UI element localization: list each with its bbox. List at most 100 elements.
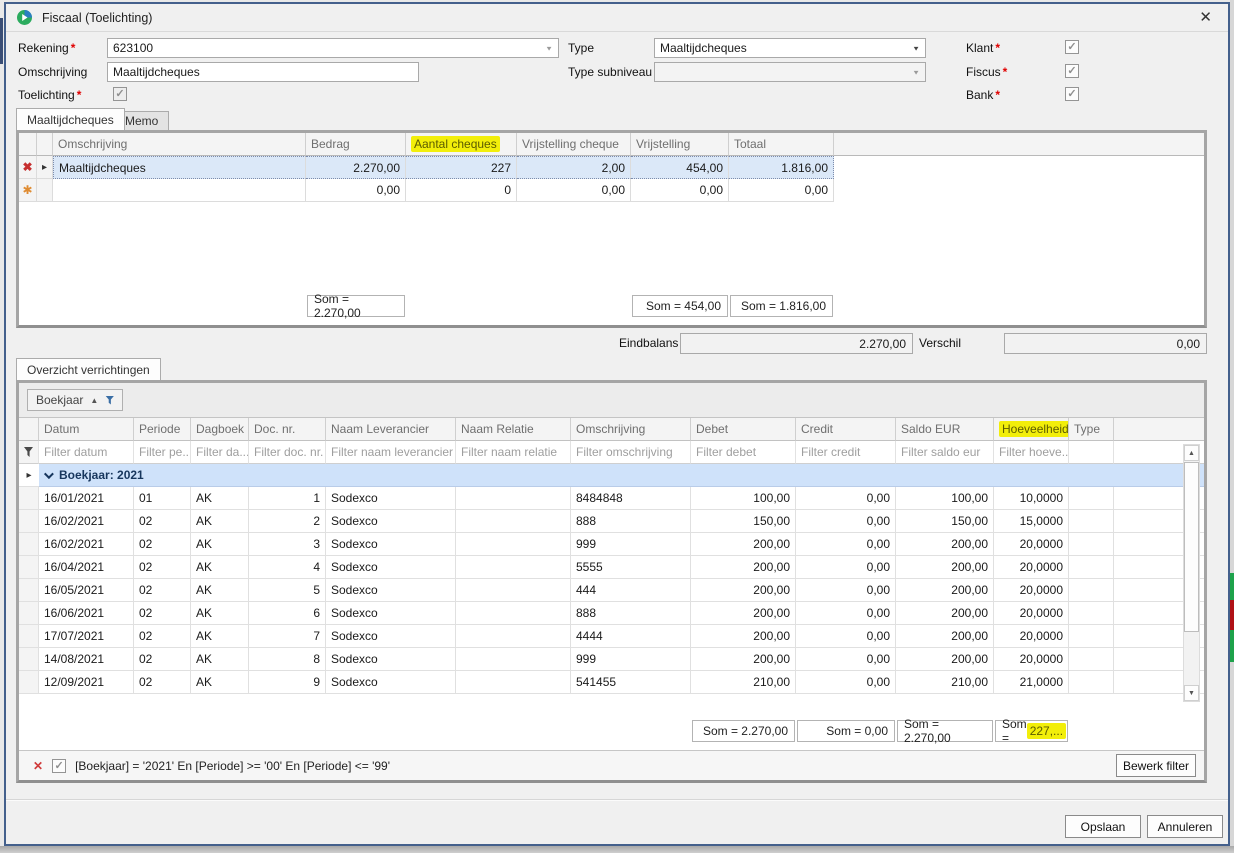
table-row[interactable]: ✖ ▸ Maaltijdcheques 2.270,00 227 2,00 45… xyxy=(19,156,1204,179)
col-vrijstelling[interactable]: Vrijstelling xyxy=(631,133,729,156)
vertical-scrollbar[interactable]: ▲ ▼ xyxy=(1183,444,1200,702)
cell-omschrijving[interactable]: 5555 xyxy=(571,556,691,579)
cell-credit[interactable]: 0,00 xyxy=(796,510,896,533)
scrollbar-thumb[interactable] xyxy=(1184,462,1199,632)
cell-credit[interactable]: 0,00 xyxy=(796,602,896,625)
table-row[interactable]: 16/02/2021 02 AK 3 Sodexco 999 200,00 0,… xyxy=(19,533,1204,556)
cell-doc-nr[interactable]: 8 xyxy=(249,648,326,671)
col-vrijstelling-cheque[interactable]: Vrijstelling cheque xyxy=(517,133,631,156)
col-omschrijving[interactable]: Omschrijving xyxy=(53,133,306,156)
cell-naam-relatie[interactable] xyxy=(456,510,571,533)
cell-periode[interactable]: 02 xyxy=(134,671,191,694)
cell-vrijstelling-cheque[interactable]: 2,00 xyxy=(517,156,631,179)
filter-doc-nr[interactable]: Filter doc. nr. xyxy=(249,441,326,464)
cell-naam-relatie[interactable] xyxy=(456,556,571,579)
klant-checkbox[interactable]: ✓ xyxy=(1065,40,1079,54)
cell-omschrijving[interactable]: 888 xyxy=(571,602,691,625)
cell-dagboek[interactable]: AK xyxy=(191,671,249,694)
cell-datum[interactable]: 16/06/2021 xyxy=(39,602,134,625)
cell-credit[interactable]: 0,00 xyxy=(796,648,896,671)
cell-type[interactable] xyxy=(1069,533,1114,556)
cell-totaal[interactable]: 0,00 xyxy=(729,179,834,202)
cell-saldo-eur[interactable]: 200,00 xyxy=(896,602,994,625)
bewerk-filter-button[interactable]: Bewerk filter xyxy=(1116,754,1196,777)
cell-dagboek[interactable]: AK xyxy=(191,533,249,556)
col-saldo-eur[interactable]: Saldo EUR xyxy=(896,418,994,441)
col-datum[interactable]: Datum xyxy=(39,418,134,441)
cell-vrijstelling[interactable]: 0,00 xyxy=(631,179,729,202)
cell-doc-nr[interactable]: 4 xyxy=(249,556,326,579)
cell-vrijstelling-cheque[interactable]: 0,00 xyxy=(517,179,631,202)
bank-checkbox[interactable]: ✓ xyxy=(1065,87,1079,101)
cell-naam-relatie[interactable] xyxy=(456,579,571,602)
cell-hoeveelheid[interactable]: 21,0000 xyxy=(994,671,1069,694)
cell-naam-relatie[interactable] xyxy=(456,625,571,648)
cell-naam-relatie[interactable] xyxy=(456,671,571,694)
cell-credit[interactable]: 0,00 xyxy=(796,533,896,556)
cell-dagboek[interactable]: AK xyxy=(191,625,249,648)
cell-debet[interactable]: 210,00 xyxy=(691,671,796,694)
col-naam-leverancier[interactable]: Naam Leverancier xyxy=(326,418,456,441)
cell-naam-leverancier[interactable]: Sodexco xyxy=(326,487,456,510)
col-periode[interactable]: Periode xyxy=(134,418,191,441)
table-row[interactable]: 12/09/2021 02 AK 9 Sodexco 541455 210,00… xyxy=(19,671,1204,694)
type-combo[interactable]: Maaltijdcheques ▼ xyxy=(654,38,926,58)
cell-naam-leverancier[interactable]: Sodexco xyxy=(326,579,456,602)
cell-datum[interactable]: 17/07/2021 xyxy=(39,625,134,648)
cell-hoeveelheid[interactable]: 20,0000 xyxy=(994,648,1069,671)
toelichting-checkbox[interactable]: ✓ xyxy=(113,87,127,101)
group-row-label[interactable]: Boekjaar: 2021 xyxy=(39,464,1204,487)
remove-filter-icon[interactable]: ✕ xyxy=(33,759,43,773)
cell-periode[interactable]: 02 xyxy=(134,625,191,648)
cell-datum[interactable]: 16/05/2021 xyxy=(39,579,134,602)
table-row[interactable]: 16/02/2021 02 AK 2 Sodexco 888 150,00 0,… xyxy=(19,510,1204,533)
cell-datum[interactable]: 16/02/2021 xyxy=(39,510,134,533)
table-row[interactable]: 14/08/2021 02 AK 8 Sodexco 999 200,00 0,… xyxy=(19,648,1204,671)
cell-omschrijving[interactable]: 444 xyxy=(571,579,691,602)
sort-ascending-icon[interactable]: ▲ xyxy=(90,396,98,405)
cell-periode[interactable]: 02 xyxy=(134,648,191,671)
cell-datum[interactable]: 14/08/2021 xyxy=(39,648,134,671)
cell-hoeveelheid[interactable]: 15,0000 xyxy=(994,510,1069,533)
cell-credit[interactable]: 0,00 xyxy=(796,625,896,648)
filter-omschrijving[interactable]: Filter omschrijving xyxy=(571,441,691,464)
table-row[interactable]: 16/05/2021 02 AK 5 Sodexco 444 200,00 0,… xyxy=(19,579,1204,602)
col-dagboek[interactable]: Dagboek xyxy=(191,418,249,441)
cell-omschrijving[interactable]: 541455 xyxy=(571,671,691,694)
cell-doc-nr[interactable]: 5 xyxy=(249,579,326,602)
cell-naam-relatie[interactable] xyxy=(456,648,571,671)
cell-naam-leverancier[interactable]: Sodexco xyxy=(326,533,456,556)
col-aantal-cheques[interactable]: Aantal cheques xyxy=(406,133,517,156)
cell-hoeveelheid[interactable]: 10,0000 xyxy=(994,487,1069,510)
col-bedrag[interactable]: Bedrag xyxy=(306,133,406,156)
cell-omschrijving[interactable]: 999 xyxy=(571,533,691,556)
filter-funnel-icon[interactable] xyxy=(105,396,114,405)
cell-aantal[interactable]: 0 xyxy=(406,179,517,202)
cell-periode[interactable]: 02 xyxy=(134,602,191,625)
cell-dagboek[interactable]: AK xyxy=(191,579,249,602)
table-row-new[interactable]: ✱ 0,00 0 0,00 0,00 0,00 xyxy=(19,179,1204,202)
scroll-up-icon[interactable]: ▲ xyxy=(1184,445,1199,461)
cell-debet[interactable]: 100,00 xyxy=(691,487,796,510)
cell-type[interactable] xyxy=(1069,625,1114,648)
cell-omschrijving[interactable]: Maaltijdcheques xyxy=(53,156,306,179)
cell-dagboek[interactable]: AK xyxy=(191,487,249,510)
cell-type[interactable] xyxy=(1069,510,1114,533)
dropdown-arrow-icon[interactable]: ▼ xyxy=(545,44,553,51)
group-row-boekjaar-2021[interactable]: ▸ Boekjaar: 2021 xyxy=(19,464,1204,487)
filter-hoeveelheid[interactable]: Filter hoeve... xyxy=(994,441,1069,464)
cell-hoeveelheid[interactable]: 20,0000 xyxy=(994,579,1069,602)
cell-vrijstelling[interactable]: 454,00 xyxy=(631,156,729,179)
cell-credit[interactable]: 0,00 xyxy=(796,487,896,510)
cell-doc-nr[interactable]: 3 xyxy=(249,533,326,556)
col-doc-nr[interactable]: Doc. nr. xyxy=(249,418,326,441)
filter-enabled-checkbox[interactable]: ✓ xyxy=(52,759,66,773)
cell-debet[interactable]: 200,00 xyxy=(691,533,796,556)
col-omschrijving[interactable]: Omschrijving xyxy=(571,418,691,441)
opslaan-button[interactable]: Opslaan xyxy=(1065,815,1141,838)
cell-credit[interactable]: 0,00 xyxy=(796,671,896,694)
filter-credit[interactable]: Filter credit xyxy=(796,441,896,464)
chevron-down-icon[interactable] xyxy=(44,469,54,479)
cell-periode[interactable]: 01 xyxy=(134,487,191,510)
filter-periode[interactable]: Filter pe... xyxy=(134,441,191,464)
